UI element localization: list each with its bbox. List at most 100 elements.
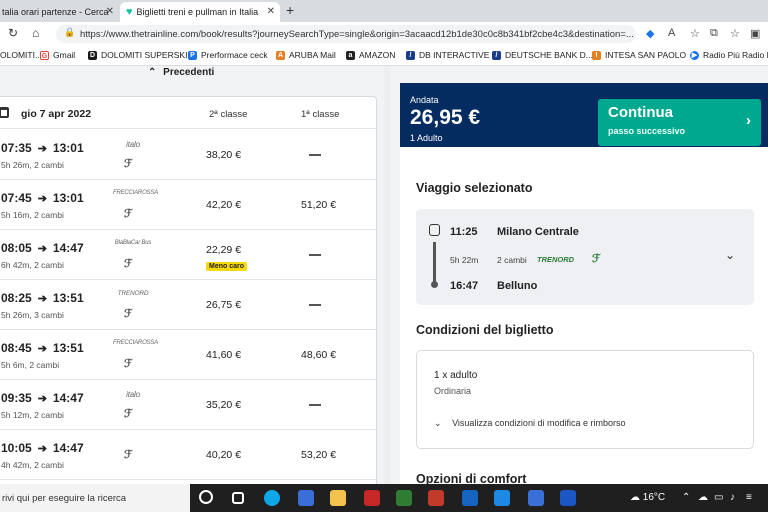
departure-time: 08:25 bbox=[1, 291, 32, 305]
collections-icon[interactable]: ▣ bbox=[750, 27, 760, 40]
unavailable-dash bbox=[309, 154, 321, 156]
chevron-up-icon[interactable]: ⌃ bbox=[682, 492, 690, 503]
bookmark-item[interactable]: A ARUBA Mail bbox=[276, 50, 336, 60]
tag-icon[interactable]: ◆ bbox=[646, 27, 654, 40]
close-icon[interactable]: ✕ bbox=[267, 6, 275, 17]
bookmark-item[interactable]: / DB INTERACTIVE bbox=[406, 50, 489, 60]
cloud-icon[interactable]: ☁ bbox=[698, 492, 708, 503]
table-row[interactable]: 09:35 ➔ 14:47 5h 12m, 2 cambi italo ℱ 35,2… bbox=[0, 380, 376, 430]
price-2nd-class[interactable]: 42,20 € bbox=[206, 199, 241, 211]
app-icon[interactable] bbox=[428, 490, 444, 506]
db-icon: / bbox=[406, 50, 415, 60]
chevron-down-icon[interactable]: ⌄ bbox=[725, 248, 735, 262]
direction-label: Andata bbox=[410, 95, 439, 105]
selected-journey-title: Viaggio selezionato bbox=[416, 181, 533, 195]
price-1st-class[interactable]: 48,60 € bbox=[301, 349, 336, 361]
journey-info: 5h 16m, 2 cambi bbox=[1, 210, 64, 220]
bookmark-item[interactable]: D DOLOMITI SUPERSKI bbox=[88, 50, 187, 60]
fare-type: Ordinaria bbox=[434, 386, 472, 396]
table-row[interactable]: 08:45 ➔ 13:51 5h 6m, 2 cambi FRECCIAROSSA … bbox=[0, 330, 376, 380]
word-icon[interactable] bbox=[560, 490, 576, 506]
journey-info: 5h 26m, 3 cambi bbox=[1, 310, 64, 320]
bookmark-item[interactable]: Radio Più bbox=[742, 50, 768, 60]
selected-journey: 11:25 Milano Centrale 5h 22m 2 cambi TRE… bbox=[416, 209, 754, 305]
close-icon[interactable]: ✕ bbox=[106, 6, 114, 17]
bookmark-item[interactable]: P Prerformace ceck bbox=[188, 50, 268, 60]
url-input[interactable]: 🔒 https://www.thetrainline.com/book/resu… bbox=[56, 25, 636, 43]
previous-results-button[interactable]: ⌃ Precedenti bbox=[148, 67, 214, 78]
operator-logo: FRECCIAROSSA bbox=[113, 190, 158, 196]
scrollbar[interactable] bbox=[384, 66, 390, 484]
bookmark-label: AMAZON bbox=[359, 50, 396, 60]
favorites-icon[interactable]: ☆ bbox=[730, 27, 740, 40]
table-row[interactable]: 10:05 ➔ 14:47 4h 42m, 2 cambi ℱ 40,20 € 53… bbox=[0, 430, 376, 480]
address-bar-row: ↻ ⌂ 🔒 https://www.thetrainline.com/book/… bbox=[0, 22, 768, 46]
refresh-icon[interactable]: ↻ bbox=[8, 26, 18, 40]
table-row[interactable]: 08:05 ➔ 14:47 6h 42m, 2 cambi BlaBlaCar Bu… bbox=[0, 230, 376, 280]
arrow-right-icon: ➔ bbox=[37, 143, 47, 155]
split-icon[interactable]: ⧉ bbox=[710, 27, 718, 40]
aruba-icon: A bbox=[276, 50, 285, 60]
tab-cerca[interactable]: talia orari partenze - Cerca ✕ bbox=[0, 2, 118, 22]
language-icon[interactable]: ≡ bbox=[746, 492, 752, 503]
weather-icon: ☁ bbox=[630, 492, 640, 503]
home-icon[interactable]: ⌂ bbox=[32, 26, 39, 40]
read-aloud-icon[interactable]: A bbox=[668, 27, 675, 39]
operator-logo: italo bbox=[126, 140, 140, 149]
dolomiti-icon: D bbox=[88, 50, 97, 60]
price-2nd-class[interactable]: 38,20 € bbox=[206, 149, 241, 161]
bookmark-item[interactable]: OLOMITI... bbox=[0, 50, 42, 60]
departure-time: 08:45 bbox=[1, 341, 32, 355]
price-2nd-class[interactable]: 22,29 € bbox=[206, 244, 241, 256]
task-view-icon[interactable] bbox=[232, 492, 244, 504]
bookmark-label: Gmail bbox=[53, 50, 76, 60]
bookmarks-bar: OLOMITI... G Gmail D DOLOMITI SUPERSKI P Pr… bbox=[0, 46, 768, 66]
bookmark-item[interactable]: / DEUTSCHE BANK D... bbox=[492, 50, 593, 60]
bookmark-item[interactable]: I INTESA SAN PAOLO bbox=[592, 50, 686, 60]
weather-widget[interactable]: ☁ 16°C bbox=[630, 492, 665, 503]
continue-title: Continua bbox=[608, 104, 673, 121]
price-1st-class[interactable]: 51,20 € bbox=[301, 199, 336, 211]
arrival-time: 13:01 bbox=[52, 191, 84, 205]
taskbar: rivi qui per eseguire la ricerca ☁ 16°C … bbox=[0, 484, 768, 512]
price-1st-class[interactable]: 53,20 € bbox=[301, 449, 336, 461]
table-row[interactable]: 07:45 ➔ 13:01 5h 16m, 2 cambi FRECCIAROSSA… bbox=[0, 180, 376, 230]
table-row[interactable]: 08:25 ➔ 13:51 5h 26m, 3 cambi TRENORD ℱ 26… bbox=[0, 280, 376, 330]
bookmark-item[interactable]: ▶ Radio Più bbox=[690, 50, 740, 60]
calendar-app-icon[interactable] bbox=[462, 490, 478, 506]
trenitalia-icon: ℱ bbox=[124, 408, 133, 420]
journey-info: 6h 42m, 2 cambi bbox=[1, 260, 64, 270]
edge-icon[interactable] bbox=[264, 490, 280, 506]
details-card: Viaggio selezionato 11:25 Milano Central… bbox=[400, 147, 768, 484]
app-icon[interactable] bbox=[298, 490, 314, 506]
price-2nd-class[interactable]: 35,20 € bbox=[206, 399, 241, 411]
new-tab-icon[interactable]: + bbox=[286, 2, 294, 18]
unavailable-dash bbox=[309, 404, 321, 406]
store-icon[interactable] bbox=[396, 490, 412, 506]
bookmark-item[interactable]: G Gmail bbox=[40, 50, 75, 60]
journey-changes: 2 cambi bbox=[497, 255, 527, 265]
taskbar-search[interactable]: rivi qui per eseguire la ricerca bbox=[0, 484, 190, 512]
price-2nd-class[interactable]: 41,60 € bbox=[206, 349, 241, 361]
mail-icon[interactable] bbox=[494, 490, 510, 506]
file-explorer-icon[interactable] bbox=[330, 490, 346, 506]
cortana-icon[interactable] bbox=[199, 490, 213, 504]
arrival-time: 14:47 bbox=[52, 441, 84, 455]
table-row[interactable]: 07:35 ➔ 13:01 5h 26m, 2 cambi italo ℱ 38,2… bbox=[0, 130, 376, 180]
bookmark-label: Prerformace ceck bbox=[201, 50, 268, 60]
continue-button[interactable]: Continua passo successivo › bbox=[598, 99, 761, 146]
mcafee-icon[interactable] bbox=[364, 490, 380, 506]
comfort-options-title: Opzioni di comfort bbox=[416, 472, 527, 484]
price-2nd-class[interactable]: 26,75 € bbox=[206, 299, 241, 311]
star-icon[interactable]: ☆ bbox=[690, 27, 700, 40]
tab-trainline[interactable]: ♥ Biglietti treni e pullman in Italia ✕ bbox=[120, 2, 280, 22]
view-conditions-link[interactable]: ⌄ Visualizza condizioni di modifica e ri… bbox=[434, 418, 625, 429]
arrow-right-icon: ➔ bbox=[37, 443, 47, 455]
volume-icon[interactable]: ♪ bbox=[730, 492, 735, 503]
departure-time: 08:05 bbox=[1, 241, 32, 255]
network-icon[interactable]: ▭ bbox=[714, 492, 723, 503]
bookmark-item[interactable]: a AMAZON bbox=[346, 50, 395, 60]
trenitalia-icon: ℱ bbox=[124, 208, 133, 220]
price-2nd-class[interactable]: 40,20 € bbox=[206, 449, 241, 461]
app-icon[interactable] bbox=[528, 490, 544, 506]
